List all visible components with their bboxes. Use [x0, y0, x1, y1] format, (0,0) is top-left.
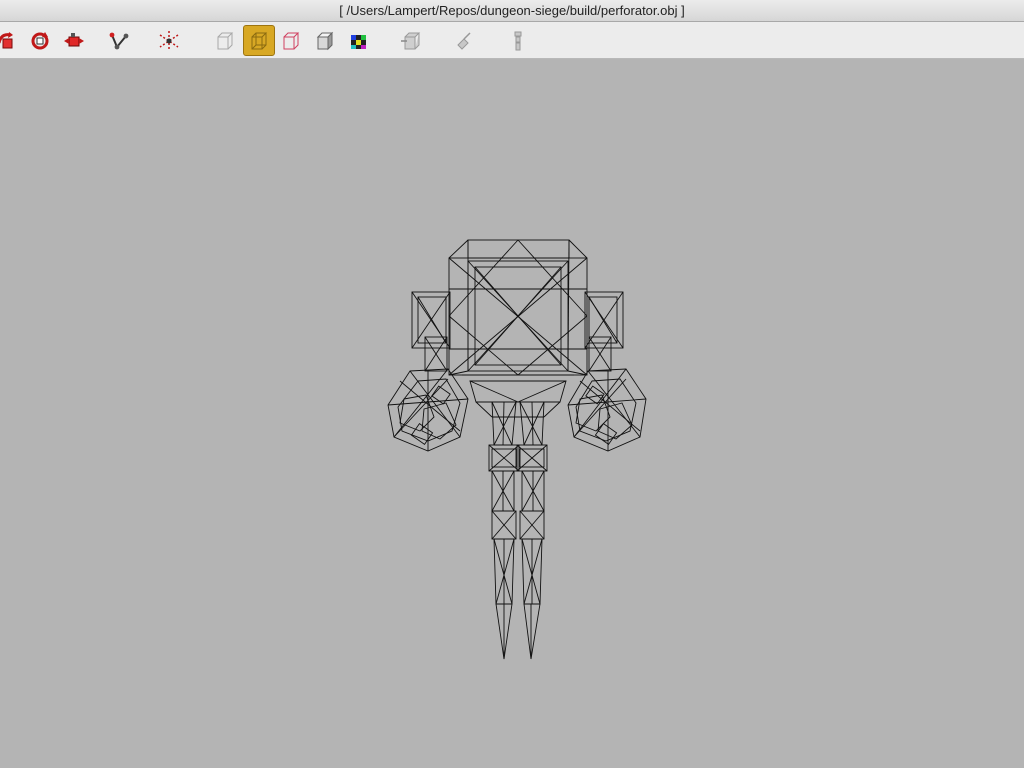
window-title-bar: [ /Users/Lampert/Repos/dungeon-siege/bui…	[0, 0, 1024, 22]
textured-view-button[interactable]	[343, 25, 375, 56]
model-left-fist	[387, 368, 469, 452]
normals-icon	[457, 31, 471, 50]
spin-tool-icon	[31, 31, 49, 49]
hidden-line-view-button[interactable]	[275, 25, 307, 56]
model-right-leg	[516, 401, 548, 660]
axes-tool-icon	[159, 30, 179, 51]
points-view-icon	[217, 32, 234, 49]
wireframe-model	[387, 239, 647, 660]
move-tool-icon	[64, 32, 84, 46]
bounding-box-button[interactable]	[395, 25, 427, 56]
model-left-leg	[488, 401, 520, 660]
model-torso	[448, 239, 588, 382]
model-right-fist	[567, 368, 647, 452]
skeleton-icon	[514, 31, 522, 50]
skeleton-button[interactable]	[502, 25, 534, 56]
toolbar	[0, 22, 1024, 59]
3d-viewport[interactable]	[0, 59, 1024, 768]
bounding-box-icon	[401, 32, 421, 49]
model-left-shoulder	[411, 291, 451, 372]
model-right-shoulder	[584, 291, 624, 372]
shaded-view-button[interactable]	[309, 25, 341, 56]
wireframe-view-icon	[251, 32, 268, 49]
normals-button[interactable]	[448, 25, 480, 56]
model-pelvis	[469, 380, 567, 418]
points-view-button[interactable]	[209, 25, 241, 56]
move-tool-button[interactable]	[58, 25, 90, 56]
rotate-tool-icon	[0, 31, 13, 48]
spin-tool-button[interactable]	[24, 25, 56, 56]
joint-tool-icon	[109, 32, 129, 49]
window-title: [ /Users/Lampert/Repos/dungeon-siege/bui…	[339, 3, 685, 18]
joint-tool-button[interactable]	[103, 25, 135, 56]
wireframe-view-button[interactable]	[243, 25, 275, 56]
textured-view-icon	[351, 34, 366, 49]
hidden-line-view-icon	[283, 32, 300, 49]
axes-tool-button[interactable]	[153, 25, 185, 56]
shaded-view-icon	[316, 31, 334, 50]
rotate-tool-button[interactable]	[0, 25, 23, 56]
